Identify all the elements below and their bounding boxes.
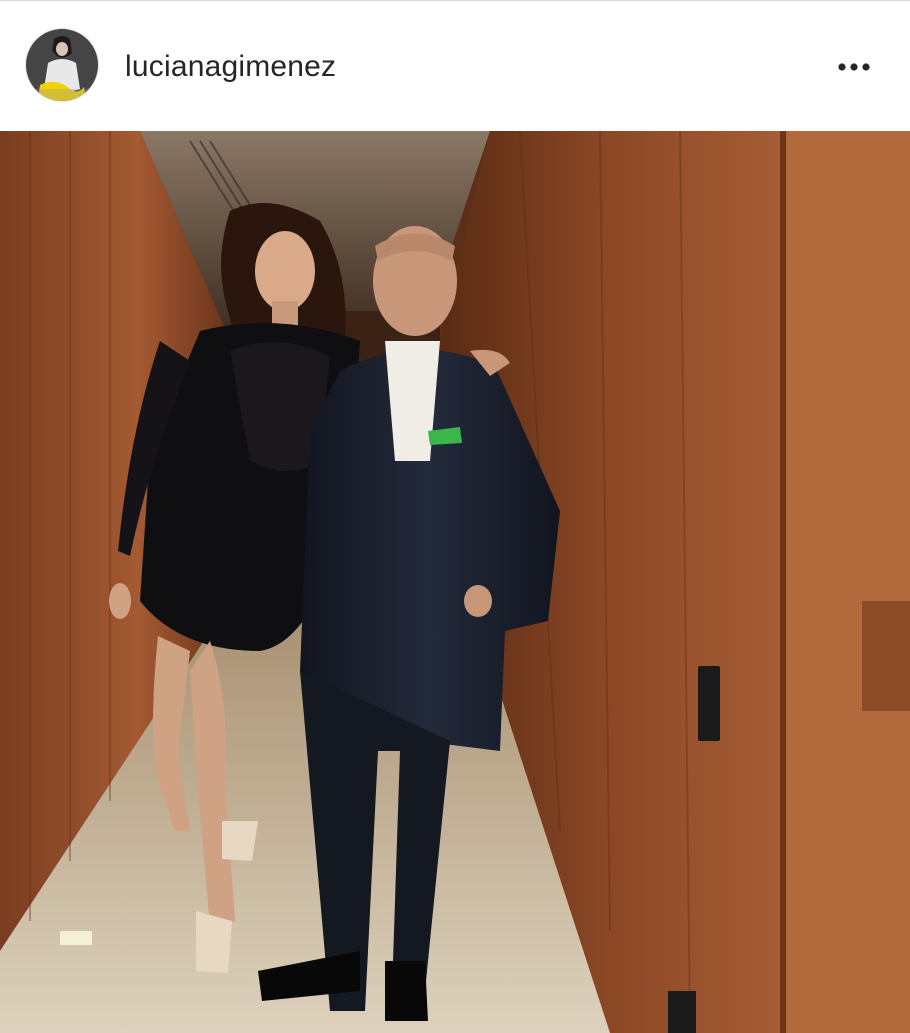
post-header: lucianagimenez	[0, 0, 910, 131]
more-horizontal-icon	[838, 63, 870, 71]
post-photo[interactable]	[0, 131, 910, 1033]
post-image	[0, 131, 910, 1033]
more-options-button[interactable]	[826, 51, 882, 85]
user-avatar[interactable]	[26, 29, 98, 101]
post-username[interactable]: lucianagimenez	[125, 47, 336, 87]
avatar-photo	[26, 29, 98, 101]
